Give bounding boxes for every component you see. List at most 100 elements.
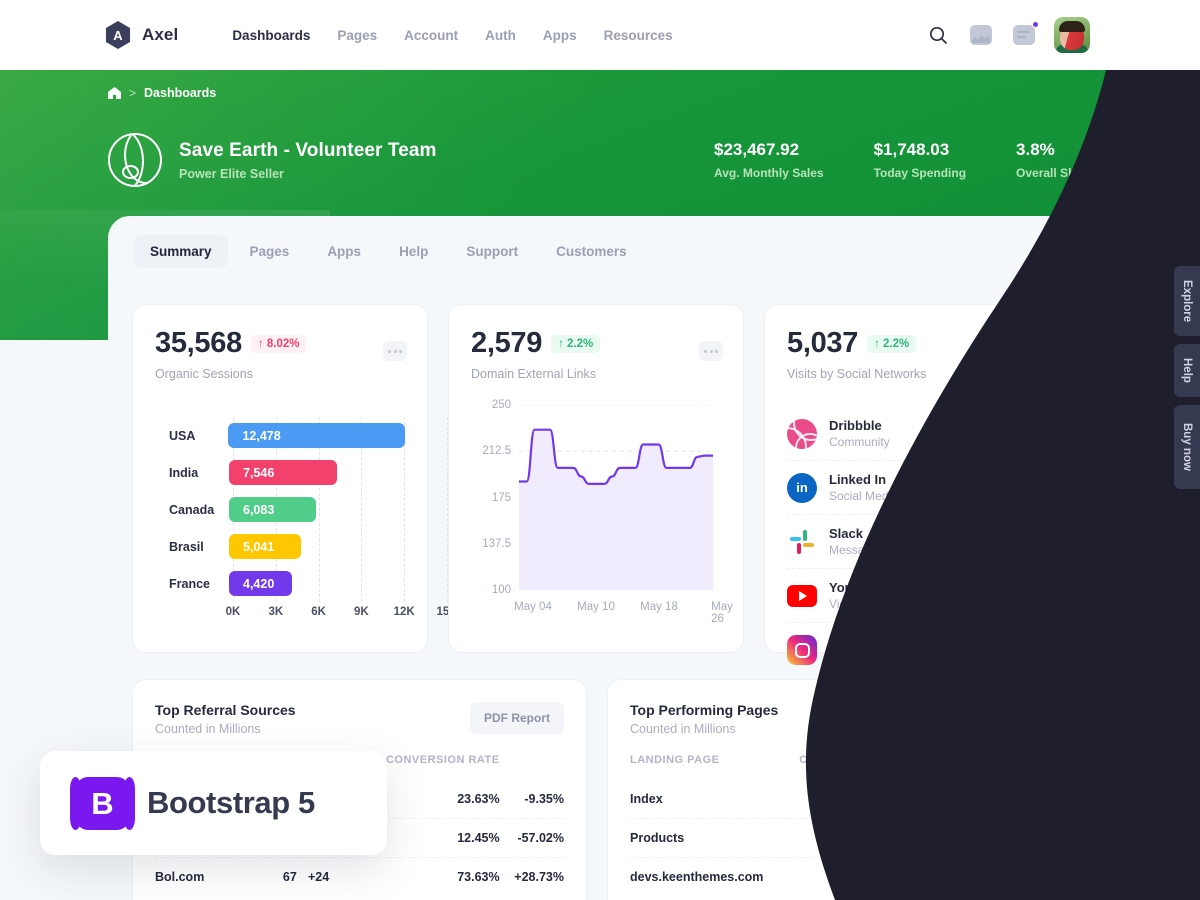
side-tab-explore[interactable]: Explore — [1174, 266, 1200, 337]
card-domain-external-links: 2,579 ↑ 2.2% Domain External Links 100 13… — [448, 304, 744, 653]
table-row[interactable]: Products 446 -576 1.45 0.32 — [630, 818, 1039, 858]
cell-delta: -935 — [843, 780, 874, 819]
stat-value: 3.8% — [1016, 140, 1055, 159]
tab-pages[interactable]: Pages — [234, 235, 306, 268]
bar-chart: USA 12,478 India 7,546 Canada 6,083 Brasil 5,04… — [155, 417, 458, 629]
kpi-subtitle: Domain External Links — [471, 367, 597, 381]
network-category: Video Channel — [829, 597, 908, 611]
dribbble-icon — [787, 418, 817, 449]
cell-delta: +24 — [307, 870, 330, 884]
card-organic-sessions: 35,568 ↑ 8.02% Organic Sessions USA 12,47… — [132, 304, 458, 653]
cell-name: devs.keenthemes.com — [630, 870, 764, 884]
kpi-delta-badge: ↑ 8.02% — [250, 334, 307, 353]
network-value: 579 — [954, 425, 978, 442]
y-axis-tick: 137.5 — [482, 537, 511, 550]
breadcrumb-current[interactable]: Dashboards — [144, 86, 216, 100]
column-header — [1001, 754, 1039, 780]
bar-chart-row: Brasil 5,041 — [155, 528, 405, 565]
table-row[interactable]: Bol.com 67 +24 73.63% +28.73% — [155, 858, 564, 897]
bar: 5,041 — [229, 534, 301, 559]
more-options-icon[interactable] — [699, 341, 723, 361]
brand-mark-icon: A — [105, 21, 131, 49]
nav-link-apps[interactable]: Apps — [543, 28, 577, 43]
performing-pages-table: LANDING PAGE CLICKS AVG. POSITION Index 1,25… — [630, 754, 1039, 896]
list-item[interactable]: Instagram Social Network 1,458 ↑ 8.3% — [787, 623, 1037, 677]
bootstrap-letter: B — [91, 785, 114, 821]
nav-link-dashboards[interactable]: Dashboards — [232, 28, 310, 43]
cell-rate-delta: -9.35% — [499, 780, 564, 819]
tab-customers[interactable]: Customers — [540, 235, 643, 268]
list-item[interactable]: Dribbble Community 579 ↑ 2.6% — [787, 407, 1037, 461]
list-item[interactable]: YouTube Video Channel 978 ↑ 4.1% — [787, 569, 1037, 623]
bar-category-label: France — [169, 576, 210, 591]
chart-icon[interactable] — [968, 22, 994, 48]
network-name: YouTube — [829, 580, 883, 595]
x-axis-tick: 12K — [393, 606, 415, 618]
cell-rate-delta: +8.73 — [1007, 870, 1039, 884]
tab-support[interactable]: Support — [450, 235, 534, 268]
network-delta-badge: ↑ 2.6% — [987, 424, 1037, 443]
tab-bar: Summary Pages Apps Help Support Customer… — [108, 216, 1092, 268]
cell-delta: +24 — [852, 870, 874, 884]
bootstrap-label: Bootstrap 5 — [147, 785, 315, 820]
nav-link-account[interactable]: Account — [404, 28, 458, 43]
more-options-icon[interactable] — [383, 341, 407, 361]
bar-chart-row: USA 12,478 — [155, 417, 405, 454]
network-value: 978 — [954, 587, 978, 604]
stat-overall-share: 3.8% Overall Share — [1016, 140, 1093, 180]
side-tab-help[interactable]: Help — [1174, 344, 1200, 398]
kpi-delta-value: 8.02% — [266, 337, 300, 350]
y-axis-tick: 212.5 — [482, 445, 511, 458]
nav-link-resources[interactable]: Resources — [604, 28, 673, 43]
bar-category-label: Brasil — [169, 539, 204, 554]
brand-logo[interactable]: A Axel — [104, 21, 178, 49]
notifications-icon[interactable] — [1011, 21, 1039, 48]
network-category: Social Media — [829, 489, 898, 503]
area-chart: 100 137.5 175 212.5 250 May 04 May 10 May 18 May… — [471, 399, 733, 637]
pdf-report-button[interactable]: PDF Report — [945, 702, 1039, 734]
cell-name: Bol.com — [155, 870, 205, 884]
tab-apps[interactable]: Apps — [311, 235, 377, 268]
network-delta-badge: ↑ 4.1% — [987, 586, 1037, 605]
table-row[interactable]: devs.keenthemes.com 67 +24 7.63 +8.73 — [630, 858, 1039, 897]
tab-summary[interactable]: Summary — [134, 235, 228, 268]
y-axis-tick: 100 — [491, 584, 511, 596]
kpi-value: 2,579 — [471, 327, 543, 359]
card-top-performing-pages: Top Performing Pages Counted in Millions… — [607, 679, 1062, 900]
cell-rate: 1.45 — [873, 818, 1001, 858]
bar-category-label: Canada — [169, 502, 215, 517]
stat-value: -7.4% — [1143, 140, 1188, 159]
bar: 4,420 — [229, 571, 293, 596]
notification-badge — [1032, 21, 1039, 28]
stat-label: Overall Share — [1016, 166, 1094, 180]
list-item[interactable]: Slack Messanger 794 ↑ 0.2% — [787, 515, 1037, 569]
cell-rate-delta: -57.02% — [499, 818, 564, 858]
hero-stats: $23,467.92 Avg. Monthly Sales $1,748.03 … — [714, 140, 1188, 180]
pdf-report-button[interactable]: PDF Report — [470, 702, 564, 734]
network-category: Community — [829, 435, 890, 449]
bar: 12,478 — [228, 423, 405, 448]
more-options-icon[interactable] — [1015, 341, 1039, 361]
home-icon[interactable] — [108, 87, 121, 99]
list-item[interactable]: in Linked In Social Media 1,088 ↓ 0.4% — [787, 461, 1037, 515]
cell-name: Products — [630, 818, 791, 858]
x-axis-tick: May 18 — [640, 601, 678, 613]
tab-help[interactable]: Help — [383, 235, 444, 268]
cell-rate: 73.63% — [457, 870, 500, 884]
table-row[interactable]: Index 1,256 -935 2.63 -1.35 — [630, 780, 1039, 819]
nav-link-pages[interactable]: Pages — [337, 28, 377, 43]
side-tab-buy-now[interactable]: Buy now — [1174, 405, 1200, 490]
avatar[interactable] — [1054, 17, 1090, 53]
cell-rate: 7.63 — [976, 870, 1001, 884]
nav-links: Dashboards Pages Account Auth Apps Resou… — [232, 28, 672, 43]
x-axis-tick: 0K — [225, 606, 241, 618]
x-axis-tick: May 26 — [711, 601, 733, 625]
nav-link-auth[interactable]: Auth — [485, 28, 516, 43]
network-category: Messanger — [829, 543, 889, 557]
app-root: A Axel Dashboards Pages Account Auth App… — [0, 0, 1200, 900]
earth-globe-icon — [108, 133, 162, 187]
navbar-actions — [925, 17, 1090, 53]
breadcrumb-separator: > — [129, 86, 137, 100]
search-icon[interactable] — [925, 22, 951, 48]
page-subtitle: Power Elite Seller — [179, 166, 284, 181]
